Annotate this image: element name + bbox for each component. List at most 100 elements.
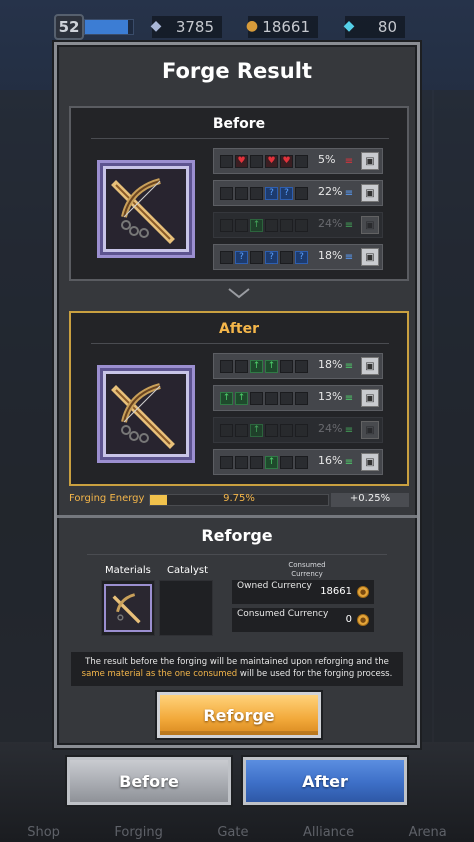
grade-arrow-icon: ≡ [344, 424, 354, 436]
before-option-row: ??? 18% ≡ ▣ [213, 244, 383, 270]
option-value: 5% [318, 153, 336, 166]
player-level-badge: 52 [54, 14, 84, 40]
empty-slot [220, 250, 233, 264]
nav-shop: Shop [27, 824, 60, 840]
divider [87, 554, 387, 555]
notice-text-1: The result before the forging will be ma… [85, 657, 389, 667]
option-slots: ↑ ↑ [220, 391, 308, 405]
lock-icon[interactable]: ▣ [361, 357, 379, 375]
red-rune-icon: ♥ [235, 154, 248, 168]
before-label: Before [212, 116, 266, 132]
resource-energy-value: 3785 [175, 18, 214, 36]
after-label: After [218, 321, 260, 337]
empty-slot [250, 455, 263, 469]
energy-crystal-icon: ◆ [150, 18, 162, 34]
dialog-title: Forge Result [162, 59, 312, 83]
empty-slot [295, 218, 308, 232]
reforge-panel: Reforge Materials Catalyst Consumed Curr… [57, 515, 417, 745]
lock-icon[interactable]: ▣ [361, 248, 379, 266]
catalyst-slot[interactable] [159, 580, 213, 636]
empty-slot [280, 359, 293, 373]
forging-energy-label: Forging Energy [69, 493, 145, 504]
option-slots: ↑ ↑ [220, 359, 308, 373]
before-option-list: ♥ ♥ ♥ 5% ≡ ▣?? 22% ≡ ▣ ↑ 24% ≡ ▣??? 18% ≡ ▣ [213, 148, 383, 276]
grade-arrow-icon: ≡ [344, 251, 354, 263]
grade-arrow-icon: ≡ [344, 219, 354, 231]
grade-arrow-icon: ≡ [344, 456, 354, 468]
after-section[interactable]: After ↑ ↑ 18% ≡ ▣ ↑ ↑ 13% ≡ ▣ ↑ 24% ≡ ▣ ↑ 16% ≡ ▣ [69, 311, 409, 486]
empty-slot [235, 218, 248, 232]
empty-slot [295, 154, 308, 168]
resource-gold: ● 18661 [246, 16, 318, 38]
chevron-down-icon [228, 288, 250, 299]
consumed-currency-label: Consumed Currency [237, 609, 329, 619]
empty-slot [250, 391, 263, 405]
background-nav-bar: Shop Forging Gate Alliance Arena [0, 822, 474, 842]
notice-text-2: will be used for the forging process. [239, 669, 393, 679]
lock-icon[interactable]: ▣ [361, 389, 379, 407]
option-value: 24% [318, 422, 343, 435]
empty-slot [220, 455, 233, 469]
before-section[interactable]: Before ♥ ♥ ♥ 5% ≡ ▣?? 22% ≡ ▣ ↑ 24% ≡ ▣??? 18% ≡ ▣ [69, 106, 409, 281]
blue-rune-icon: ? [265, 250, 278, 264]
empty-slot [235, 423, 248, 437]
green-rune-icon: ↑ [250, 218, 263, 232]
lock-icon[interactable]: ▣ [361, 216, 379, 234]
empty-slot [280, 391, 293, 405]
reforge-button[interactable]: Reforge [157, 692, 321, 738]
gold-coin-icon: ● [357, 586, 369, 598]
consumed-currency-row: Consumed Currency 0 ● [232, 608, 374, 632]
empty-slot [220, 154, 233, 168]
materials-label: Materials [105, 565, 151, 576]
lock-icon[interactable]: ▣ [361, 184, 379, 202]
option-slots: ↑ [220, 423, 308, 437]
option-value: 24% [318, 217, 343, 230]
divider [91, 138, 389, 139]
empty-slot [235, 186, 248, 200]
empty-slot [265, 423, 278, 437]
empty-slot [250, 250, 263, 264]
select-before-button[interactable]: Before [67, 757, 231, 805]
catalyst-label: Catalyst [167, 565, 208, 576]
xp-bar-fill [85, 20, 129, 34]
forging-energy-gain: +0.25% [331, 493, 409, 507]
option-value: 13% [318, 390, 343, 403]
blue-rune-icon: ? [265, 186, 278, 200]
material-slot[interactable] [101, 580, 155, 636]
xp-bar [84, 19, 134, 35]
forging-energy: Forging Energy 9.75% +0.25% [69, 492, 409, 508]
empty-slot [280, 423, 293, 437]
after-option-row: ↑ ↑ 18% ≡ ▣ [213, 353, 383, 379]
resource-gold-value: 18661 [262, 18, 310, 36]
empty-slot [220, 186, 233, 200]
diamond-icon: ◆ [343, 18, 355, 34]
option-value: 18% [318, 358, 343, 371]
crossbow-item-icon [97, 160, 195, 258]
red-rune-icon: ♥ [280, 154, 293, 168]
select-after-button[interactable]: After [243, 757, 407, 805]
empty-slot [295, 455, 308, 469]
empty-slot [280, 455, 293, 469]
empty-slot [220, 218, 233, 232]
crossbow-icon [112, 593, 141, 624]
green-rune-icon: ↑ [265, 359, 278, 373]
after-option-row: ↑ ↑ 13% ≡ ▣ [213, 385, 383, 411]
option-slots: ↑ [220, 455, 308, 469]
blue-rune-icon: ? [280, 186, 293, 200]
after-option-row: ↑ 24% ≡ ▣ [213, 417, 383, 443]
empty-slot [220, 423, 233, 437]
lock-icon[interactable]: ▣ [361, 152, 379, 170]
empty-slot [265, 391, 278, 405]
lock-icon[interactable]: ▣ [361, 421, 379, 439]
owned-currency-row: Owned Currency 18661 ● [232, 580, 374, 604]
crossbow-item-icon [97, 365, 195, 463]
blue-rune-icon: ? [295, 250, 308, 264]
empty-slot [220, 359, 233, 373]
gold-coin-icon: ● [357, 614, 369, 626]
forging-energy-percent: 9.75% [223, 493, 255, 504]
nav-arena: Arena [408, 824, 447, 840]
blue-rune-icon: ? [235, 250, 248, 264]
lock-icon[interactable]: ▣ [361, 453, 379, 471]
option-slots: ??? [220, 250, 308, 264]
nav-forging: Forging [114, 824, 163, 840]
